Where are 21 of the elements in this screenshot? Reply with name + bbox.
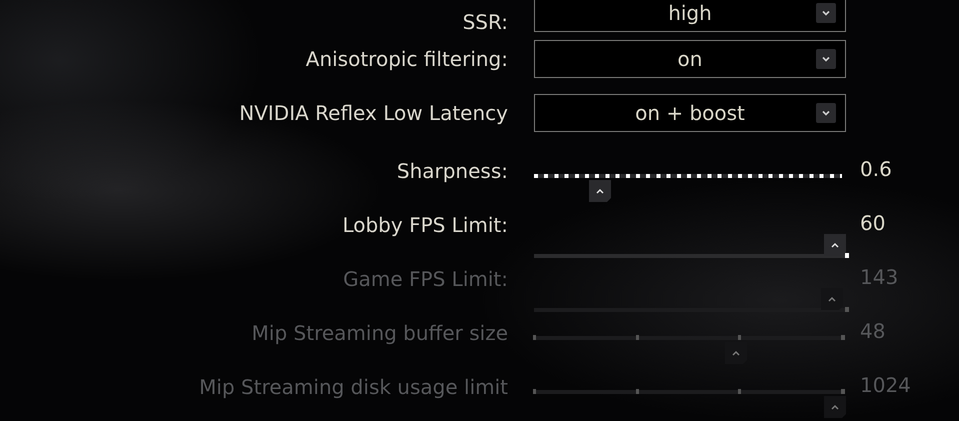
setting-label: NVIDIA Reflex Low Latency (238, 101, 508, 125)
chevron-down-icon (816, 3, 836, 23)
slider-value: 1024 (860, 373, 912, 397)
slider-value: 60 (860, 211, 886, 235)
setting-label: Game FPS Limit: (342, 267, 508, 291)
dropdown[interactable]: high (534, 0, 846, 32)
slider-handle[interactable] (589, 180, 612, 202)
dropdown[interactable]: on + boost (534, 94, 846, 132)
dropdown[interactable]: on (534, 40, 846, 78)
slider-handle[interactable] (824, 234, 846, 256)
chevron-down-icon (816, 103, 836, 123)
setting-label: Mip Streaming buffer size (250, 321, 508, 345)
slider-value: 0.6 (860, 157, 893, 181)
slider-value: 143 (860, 265, 900, 289)
setting-label: Lobby FPS Limit: (341, 213, 508, 237)
chevron-down-icon (816, 49, 836, 69)
slider-value: 48 (860, 319, 886, 343)
setting-label: Sharpness: (396, 159, 508, 183)
setting-label: Mip Streaming disk usage limit (198, 375, 508, 399)
setting-label: SSR: (462, 10, 508, 34)
setting-label: Anisotropic filtering: (304, 47, 508, 71)
